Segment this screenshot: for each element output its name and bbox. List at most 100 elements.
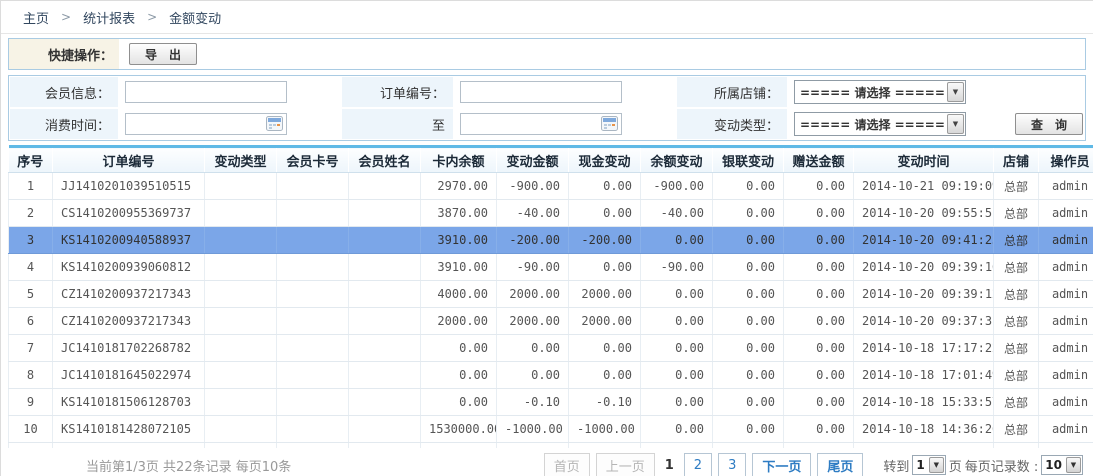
table-cell: 0.00 [784, 335, 854, 362]
table-cell: admin [1039, 389, 1093, 416]
table-cell: 0.00 [497, 335, 569, 362]
table-cell: admin [1039, 200, 1093, 227]
table-cell: 9 [9, 389, 53, 416]
query-button[interactable]: 查 询 [1015, 113, 1083, 135]
consume-time-label: 消费时间： [9, 108, 119, 140]
first-page-button[interactable]: 首页 [544, 453, 590, 476]
table-cell: 2000.00 [569, 308, 641, 335]
table-cell: KS1410181506128703 [53, 389, 205, 416]
goto-label: 转到 [883, 456, 909, 475]
goto-page-select[interactable]: 1 ▼ [912, 455, 945, 475]
store-label: 所属店铺： [676, 76, 788, 108]
store-select[interactable]: ===== 请选择 ===== ▼ [794, 80, 966, 104]
page-3-button[interactable]: 3 [718, 453, 746, 476]
table-cell: 0.00 [641, 362, 713, 389]
table-cell: 0.00 [421, 335, 497, 362]
table-cell [205, 227, 277, 254]
page-summary: 当前第1/3页 共22条记录 每页10条 [86, 456, 291, 475]
column-header: 店铺 [994, 147, 1039, 173]
column-header: 会员卡号 [277, 147, 349, 173]
table-cell: 2014-10-18 17:01:49 [854, 362, 994, 389]
table-cell: 总部 [994, 173, 1039, 200]
table-row[interactable]: 3KS14102009405889373910.00-200.00-200.00… [9, 227, 1093, 254]
table-row[interactable]: 10KS14101814280721051530000.00-1000.00-1… [9, 416, 1093, 443]
table-cell: 0.00 [421, 389, 497, 416]
table-row[interactable]: 5CZ14102009372173434000.002000.002000.00… [9, 281, 1093, 308]
table-cell: 2000.00 [497, 308, 569, 335]
table-cell: 0.00 [713, 227, 784, 254]
table-cell [349, 416, 421, 443]
last-page-button[interactable]: 尾页 [817, 453, 863, 476]
column-header: 现金变动 [569, 147, 641, 173]
table-cell: 0.00 [784, 173, 854, 200]
export-button[interactable]: 导 出 [129, 43, 197, 65]
breadcrumb-current: 金额变动 [169, 8, 221, 27]
table-cell [349, 389, 421, 416]
next-page-button[interactable]: 下一页 [752, 453, 811, 476]
change-type-label: 变动类型： [676, 108, 788, 140]
column-header: 余额变动 [641, 147, 713, 173]
consume-time-to-input[interactable] [460, 113, 622, 135]
table-cell: 2000.00 [421, 308, 497, 335]
page-2-button[interactable]: 2 [684, 453, 712, 476]
table-cell [205, 254, 277, 281]
table-cell [349, 227, 421, 254]
table-cell: 0.00 [641, 281, 713, 308]
table-cell [205, 173, 277, 200]
column-header: 变动金额 [497, 147, 569, 173]
column-header: 序号 [9, 147, 53, 173]
table-row[interactable]: 6CZ14102009372173432000.002000.002000.00… [9, 308, 1093, 335]
table-row[interactable]: 7JC14101817022687820.000.000.000.000.000… [9, 335, 1093, 362]
breadcrumb: 主页 > 统计报表 > 金额变动 [1, 1, 1093, 34]
table-cell: 0.00 [569, 254, 641, 281]
table-cell: 0.00 [713, 335, 784, 362]
calendar-icon[interactable] [266, 116, 283, 131]
quick-operations-bar: 快捷操作： 导 出 [8, 38, 1086, 70]
table-cell [277, 281, 349, 308]
page-size-label: 每页记录数 : [965, 456, 1039, 475]
table-cell: admin [1039, 227, 1093, 254]
table-cell: CZ1410200937217343 [53, 308, 205, 335]
table-row[interactable]: 8JC14101816450229740.000.000.000.000.000… [9, 362, 1093, 389]
table-cell: -1000.00 [569, 416, 641, 443]
table-row[interactable]: 2CS14102009553697373870.00-40.000.00-40.… [9, 200, 1093, 227]
calendar-icon[interactable] [601, 116, 618, 131]
table-cell: 0.00 [421, 362, 497, 389]
to-label: 至 [341, 108, 454, 140]
table-cell: admin [1039, 254, 1093, 281]
table-cell: CZ1410200937217343 [53, 281, 205, 308]
table-cell: 2000.00 [569, 281, 641, 308]
table-cell: 0.00 [641, 389, 713, 416]
table-cell: 0.00 [784, 227, 854, 254]
table-cell [205, 389, 277, 416]
table-cell: 0.00 [713, 389, 784, 416]
order-no-input[interactable] [460, 81, 622, 103]
table-cell: 0.00 [784, 308, 854, 335]
table-cell: 总部 [994, 281, 1039, 308]
chevron-down-icon: ▼ [947, 114, 964, 134]
column-header: 订单编号 [53, 147, 205, 173]
table-cell: -40.00 [641, 200, 713, 227]
table-cell: 2014-10-20 09:37:31 [854, 308, 994, 335]
breadcrumb-reports[interactable]: 统计报表 [83, 8, 135, 27]
page-size-select[interactable]: 10 ▼ [1041, 455, 1083, 475]
table-row[interactable]: 9KS14101815061287030.00-0.10-0.100.000.0… [9, 389, 1093, 416]
table-cell: -200.00 [497, 227, 569, 254]
table-row[interactable]: 4KS14102009390608123910.00-90.000.00-90.… [9, 254, 1093, 281]
member-info-input[interactable] [125, 81, 287, 103]
consume-time-from-input[interactable] [125, 113, 287, 135]
table-cell: 0.00 [784, 362, 854, 389]
table-row[interactable]: 1JJ14102010395105152970.00-900.000.00-90… [9, 173, 1093, 200]
table-cell: -0.10 [497, 389, 569, 416]
table-cell: 0.00 [713, 200, 784, 227]
table-cell: 总部 [994, 335, 1039, 362]
table-cell: 2014-10-21 09:19:09 [854, 173, 994, 200]
table-cell: KS1410181428072105 [53, 416, 205, 443]
table-cell: 0.00 [569, 173, 641, 200]
table-cell: 2014-10-18 14:36:26 [854, 416, 994, 443]
breadcrumb-home[interactable]: 主页 [23, 8, 49, 27]
change-type-select-value: ===== 请选择 ===== [800, 116, 945, 133]
change-type-select[interactable]: ===== 请选择 ===== ▼ [794, 112, 966, 136]
prev-page-button[interactable]: 上一页 [596, 453, 655, 476]
member-info-label: 会员信息： [9, 76, 119, 108]
